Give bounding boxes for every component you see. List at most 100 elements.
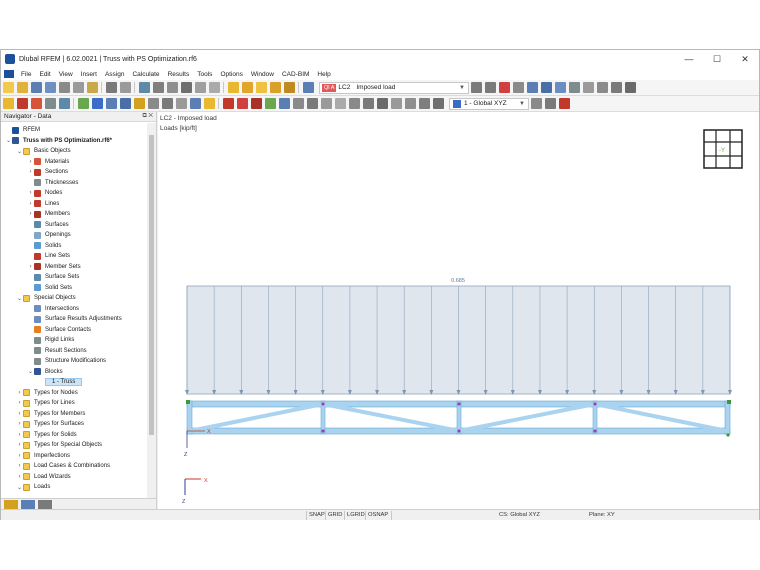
tree-item[interactable]: Intersections	[27, 304, 79, 315]
expand-toggle-icon[interactable]: ›	[16, 442, 23, 448]
tree-item[interactable]: Surface Results Adjustments	[27, 314, 122, 325]
view-window-icon[interactable]	[138, 82, 150, 93]
display-icon[interactable]	[526, 82, 538, 93]
zoom-icon[interactable]	[302, 82, 314, 93]
rotate-icon[interactable]	[133, 98, 145, 109]
expand-toggle-icon[interactable]: ›	[27, 211, 34, 217]
display-tab-icon[interactable]	[21, 499, 35, 509]
load-member-icon[interactable]	[236, 98, 248, 109]
axis-icon[interactable]	[91, 98, 103, 109]
menu-assign[interactable]: Assign	[101, 71, 129, 78]
member-draw-icon[interactable]	[30, 98, 42, 109]
tree-item[interactable]: › Members	[27, 209, 70, 220]
load-node-icon[interactable]	[222, 98, 234, 109]
expand-toggle-icon[interactable]: ⌄	[27, 368, 34, 375]
node[interactable]	[593, 429, 597, 433]
expand-toggle-icon[interactable]: ›	[16, 463, 23, 469]
snap-toggle[interactable]: SNAP	[306, 511, 327, 520]
support-node[interactable]	[186, 400, 190, 404]
view-front-icon[interactable]	[404, 98, 416, 109]
open-folder-icon[interactable]	[16, 82, 28, 93]
expand-toggle-icon[interactable]: ›	[27, 190, 34, 196]
next-case-icon[interactable]	[484, 82, 496, 93]
dimension-icon[interactable]	[203, 98, 215, 109]
tree-item[interactable]: › Types for Nodes	[16, 388, 78, 399]
load-case-select[interactable]: Ql A LC2 Imposed load ▼	[319, 81, 469, 94]
more-options-icon[interactable]	[624, 82, 636, 93]
tree-item[interactable]: ⌄ Blocks	[27, 367, 63, 378]
tree-item[interactable]: › Imperfections	[16, 451, 70, 462]
views-tab-icon[interactable]	[38, 499, 52, 509]
tree-item[interactable]: Surfaces	[27, 220, 69, 231]
visibility-icon[interactable]	[596, 82, 608, 93]
navigator-header-buttons[interactable]: ⧉ ✕	[142, 113, 153, 120]
work-plane-icon[interactable]	[348, 98, 360, 109]
menu-window[interactable]: Window	[247, 71, 278, 78]
menu-results[interactable]: Results	[164, 71, 194, 78]
snap-icon[interactable]	[320, 98, 332, 109]
scrollbar-thumb[interactable]	[149, 135, 154, 435]
view-table-icon[interactable]	[194, 82, 206, 93]
node[interactable]	[593, 402, 597, 406]
plane-yz-icon[interactable]	[390, 98, 402, 109]
tree-item[interactable]: Thicknesses	[27, 178, 78, 189]
redo-icon[interactable]	[119, 82, 131, 93]
move-icon[interactable]	[119, 98, 131, 109]
diagonal-member[interactable]	[458, 402, 596, 433]
copy-icon[interactable]	[105, 98, 117, 109]
render-icon[interactable]	[540, 82, 552, 93]
tree-item[interactable]: RFEM	[5, 125, 40, 136]
support-icon[interactable]	[58, 98, 70, 109]
expand-toggle-icon[interactable]: ›	[16, 390, 23, 396]
model-viewport[interactable]: LC2 - Imposed load Loads [kip/ft] -Y 0.6…	[158, 112, 759, 509]
tree-item[interactable]: › Lines	[27, 199, 59, 210]
diagonal-member[interactable]	[594, 402, 728, 433]
tree-item[interactable]: › Member Sets	[27, 262, 81, 273]
maximize-button[interactable]: ☐	[703, 50, 731, 68]
mirror-icon[interactable]	[147, 98, 159, 109]
tree-item[interactable]: ⌄ Special Objects	[16, 293, 76, 304]
expand-toggle-icon[interactable]: ›	[16, 453, 23, 459]
view-image-icon[interactable]	[180, 82, 192, 93]
scale-icon[interactable]	[161, 98, 173, 109]
view-cube[interactable]: -Y	[703, 129, 743, 169]
lgrid-toggle[interactable]: LGRID	[344, 511, 367, 520]
expand-toggle-icon[interactable]: ›	[16, 432, 23, 438]
tree-item[interactable]: › Types for Solids	[16, 430, 77, 441]
tree-item[interactable]: › Load Cases & Combinations	[16, 461, 110, 472]
node-tool-icon[interactable]	[77, 98, 89, 109]
filter-select-icon[interactable]	[44, 98, 56, 109]
results-icon[interactable]	[255, 82, 267, 93]
truss-block[interactable]	[186, 400, 731, 437]
expand-toggle-icon[interactable]: ⌄	[5, 137, 12, 144]
result-icon[interactable]	[264, 98, 276, 109]
plane-xy-icon[interactable]	[362, 98, 374, 109]
menu-insert[interactable]: Insert	[77, 71, 101, 78]
optimize-icon[interactable]	[269, 82, 281, 93]
layers-icon[interactable]	[582, 82, 594, 93]
expand-toggle-icon[interactable]: ›	[27, 169, 34, 175]
tree-item[interactable]: › Types for Lines	[16, 398, 75, 409]
expand-toggle-icon[interactable]: ›	[16, 400, 23, 406]
navigator-scrollbar[interactable]	[147, 123, 156, 498]
node[interactable]	[321, 402, 325, 406]
menu-tools[interactable]: Tools	[193, 71, 216, 78]
tree-item[interactable]: ⌄ Truss with PS Optimization.rf6*	[5, 136, 112, 147]
divide-icon[interactable]	[175, 98, 187, 109]
clipboard-icon[interactable]	[86, 82, 98, 93]
grid-icon[interactable]	[334, 98, 346, 109]
expand-toggle-icon[interactable]: ⌄	[16, 295, 23, 302]
settings-icon[interactable]	[512, 82, 524, 93]
cs-delete-icon[interactable]	[558, 98, 570, 109]
tree-item[interactable]: › Types for Members	[16, 409, 85, 420]
steel-icon[interactable]	[283, 82, 295, 93]
tree-item[interactable]: Line Sets	[27, 251, 70, 262]
load-wizard-icon[interactable]	[227, 82, 239, 93]
expand-toggle-icon[interactable]: ⌄	[16, 484, 23, 491]
calc-icon[interactable]	[241, 82, 253, 93]
line-draw-icon[interactable]	[16, 98, 28, 109]
tree-item[interactable]: › Types for Surfaces	[16, 419, 84, 430]
select-icon[interactable]	[2, 98, 14, 109]
expand-toggle-icon[interactable]: ⌄	[16, 148, 23, 155]
expand-toggle-icon[interactable]: ›	[27, 201, 34, 207]
